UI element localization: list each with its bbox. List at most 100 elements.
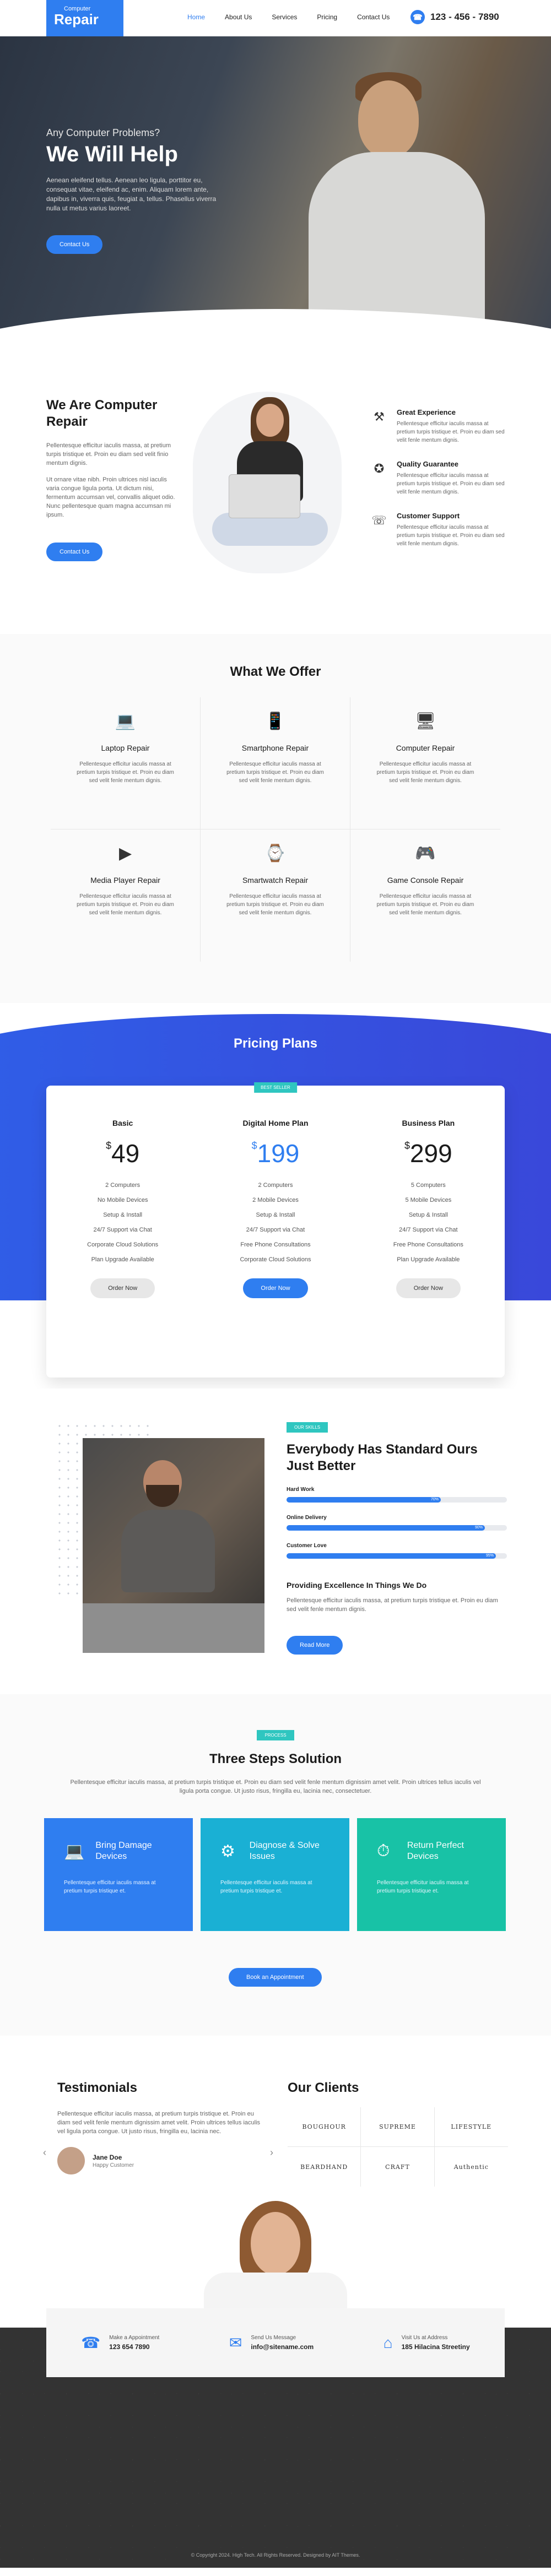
skills-title: Everybody Has Standard Ours Just Better [287, 1442, 478, 1473]
service-card[interactable]: 💻 Laptop Repair Pellentesque efficitur i… [51, 697, 201, 829]
plan-feature: Free Phone Consultations [393, 1241, 463, 1248]
plan-feature: 24/7 Support via Chat [399, 1227, 458, 1233]
skill-bar: Online Delivery 90% [287, 1515, 507, 1531]
service-card[interactable]: ⌚ Smartwatch Repair Pellentesque efficit… [201, 829, 350, 962]
chevron-left-icon[interactable]: ‹ [43, 2147, 46, 2159]
process-section: PROCESS Three Steps Solution Pellentesqu… [0, 1694, 551, 2036]
testimonial-author: Jane Doe Happy Customer [57, 2147, 264, 2174]
step-card: ⚙ Diagnose & Solve Issues Pellentesque e… [201, 1818, 349, 1931]
service-card[interactable]: 📱 Smartphone Repair Pellentesque efficit… [201, 697, 350, 829]
step-title: Bring Damage Devices [95, 1841, 152, 1861]
phone-number: 123 - 456 - 7890 [430, 12, 499, 22]
plan-feature: 5 Computers [410, 1182, 446, 1189]
badge-icon: ✪ [374, 462, 385, 475]
contact-item[interactable]: ⌂ Visit Us at Address 185 Hilacina Stree… [383, 2334, 470, 2352]
testimonials-section: ‹ Testimonials Pellentesque efficitur ia… [0, 2036, 551, 2201]
phone-icon: ☎ [81, 2334, 101, 2351]
nav-about[interactable]: About Us [225, 13, 252, 21]
headset-icon: ☏ [371, 513, 387, 527]
step-title: Diagnose & Solve Issues [249, 1841, 320, 1861]
plan-price: $49 [106, 1139, 140, 1168]
logo-big-text: Repair [54, 11, 99, 28]
feature-title: Great Experience [397, 408, 456, 416]
woman-with-laptop-image [198, 392, 336, 579]
service-card[interactable]: ▶ Media Player Repair Pellentesque effic… [51, 829, 201, 962]
service-card[interactable]: 🖥 Computer Repair Pellentesque efficitur… [350, 697, 500, 829]
read-more-button[interactable]: Read More [287, 1636, 343, 1655]
plan-feature: Corporate Cloud Solutions [87, 1241, 159, 1248]
client-logo: LIFESTYLE [434, 2107, 508, 2147]
service-card[interactable]: 🎮 Game Console Repair Pellentesque effic… [350, 829, 500, 962]
book-appointment-button[interactable]: Book an Appointment [229, 1968, 322, 1987]
mail-icon: ✉ [229, 2334, 242, 2351]
feature-item: ⚒ Great Experience Pellentesque efficitu… [370, 408, 508, 444]
smiling-woman-image [204, 2201, 347, 2311]
site-header: Computer Repair Home About Us Services P… [0, 0, 551, 36]
feature-text: Pellentesque efficitur iaculis massa at … [397, 524, 505, 547]
feature-text: Pellentesque efficitur iaculis massa at … [397, 421, 505, 443]
skill-label: Online Delivery [287, 1515, 327, 1521]
feature-item: ☏ Customer Support Pellentesque efficitu… [370, 512, 508, 548]
step-title: Return Perfect Devices [407, 1841, 464, 1861]
service-title: Smartphone Repair [241, 744, 309, 752]
plan-digital-home: BEST SELLER Digital Home Plan $199 2 Com… [199, 1082, 352, 1378]
contact-value: info@sitename.com [251, 2343, 314, 2351]
map-pin-icon: ⌂ [383, 2334, 393, 2351]
nav-services[interactable]: Services [272, 13, 297, 21]
contact-label: Visit Us at Address [401, 2335, 448, 2341]
smartphone-icon: 📱 [264, 712, 286, 730]
service-text: Pellentesque efficitur iaculis massa at … [226, 761, 324, 784]
plan-basic: Basic $49 2 Computers No Mobile Devices … [46, 1086, 199, 1378]
tools-icon: ⚒ [374, 410, 385, 424]
author-name: Jane Doe [93, 2153, 122, 2161]
contact-card: ☎ Make a Appointment 123 654 7890 ✉ Send… [46, 2308, 505, 2377]
plan-feature: Plan Upgrade Available [397, 1256, 460, 1263]
stopwatch-icon: ⏱ [377, 1842, 390, 1860]
plan-price: $199 [251, 1139, 300, 1168]
contact-section: ☎ Make a Appointment 123 654 7890 ✉ Send… [0, 2201, 551, 2568]
testimonials-title: Testimonials [57, 2080, 137, 2095]
plan-feature: 2 Computers [258, 1182, 293, 1189]
skills-section: OUR SKILLS Everybody Has Standard Ours J… [0, 1389, 551, 1694]
service-text: Pellentesque efficitur iaculis massa at … [226, 893, 324, 916]
phone-icon: ☎ [410, 10, 425, 24]
pricing-title: Pricing Plans [233, 1036, 318, 1051]
skill-label: Hard Work [287, 1487, 315, 1493]
client-logo: BOUGHOUR [288, 2107, 361, 2147]
skill-bar: Hard Work 70% [287, 1487, 507, 1503]
hero-contact-button[interactable]: Contact Us [46, 235, 103, 254]
logo[interactable]: Computer Repair [46, 0, 123, 36]
author-role: Happy Customer [93, 2162, 134, 2168]
pricing-section: Pricing Plans Basic $49 2 Computers No M… [0, 1003, 551, 1389]
nav-contact[interactable]: Contact Us [357, 13, 390, 21]
about-contact-button[interactable]: Contact Us [46, 543, 103, 561]
service-text: Pellentesque efficitur iaculis massa at … [376, 761, 474, 784]
client-logo: BEARDHAND [288, 2147, 361, 2187]
order-now-button[interactable]: Order Now [243, 1278, 308, 1298]
feature-item: ✪ Quality Guarantee Pellentesque efficit… [370, 460, 508, 496]
header-phone[interactable]: ☎ 123 - 456 - 7890 [410, 10, 499, 24]
about-paragraph-2: Ut ornare vitae nibh. Proin ultrices nis… [46, 476, 175, 518]
order-now-button[interactable]: Order Now [396, 1278, 461, 1298]
service-title: Media Player Repair [90, 876, 160, 885]
gamepad-icon: 🎮 [415, 844, 436, 863]
nav-home[interactable]: Home [187, 13, 205, 21]
media-player-icon: ▶ [118, 844, 132, 863]
chevron-right-icon[interactable]: › [270, 2147, 273, 2159]
plan-business: Business Plan $299 5 Computers 5 Mobile … [352, 1086, 505, 1378]
diagnose-icon: ⚙ [220, 1842, 235, 1861]
laptop-icon: 💻 [115, 712, 136, 730]
contact-item[interactable]: ✉ Send Us Message info@sitename.com [229, 2334, 314, 2352]
plan-feature: 2 Mobile Devices [252, 1197, 299, 1203]
contact-value: 185 Hilacina Streetiny [401, 2343, 470, 2351]
about-paragraph-1: Pellentesque efficitur iaculis massa, at… [46, 442, 171, 467]
step-text: Pellentesque efficitur iaculis massa at … [377, 1880, 469, 1894]
order-now-button[interactable]: Order Now [90, 1278, 155, 1298]
process-text: Pellentesque efficitur iaculis massa, at… [70, 1779, 481, 1794]
skills-text: Pellentesque efficitur iaculis massa, at… [287, 1597, 498, 1613]
contact-label: Make a Appointment [109, 2335, 160, 2341]
plan-feature: Setup & Install [103, 1212, 143, 1218]
nav-pricing[interactable]: Pricing [317, 13, 337, 21]
step-card: ⏱ Return Perfect Devices Pellentesque ef… [357, 1818, 506, 1931]
contact-item[interactable]: ☎ Make a Appointment 123 654 7890 [81, 2334, 159, 2352]
